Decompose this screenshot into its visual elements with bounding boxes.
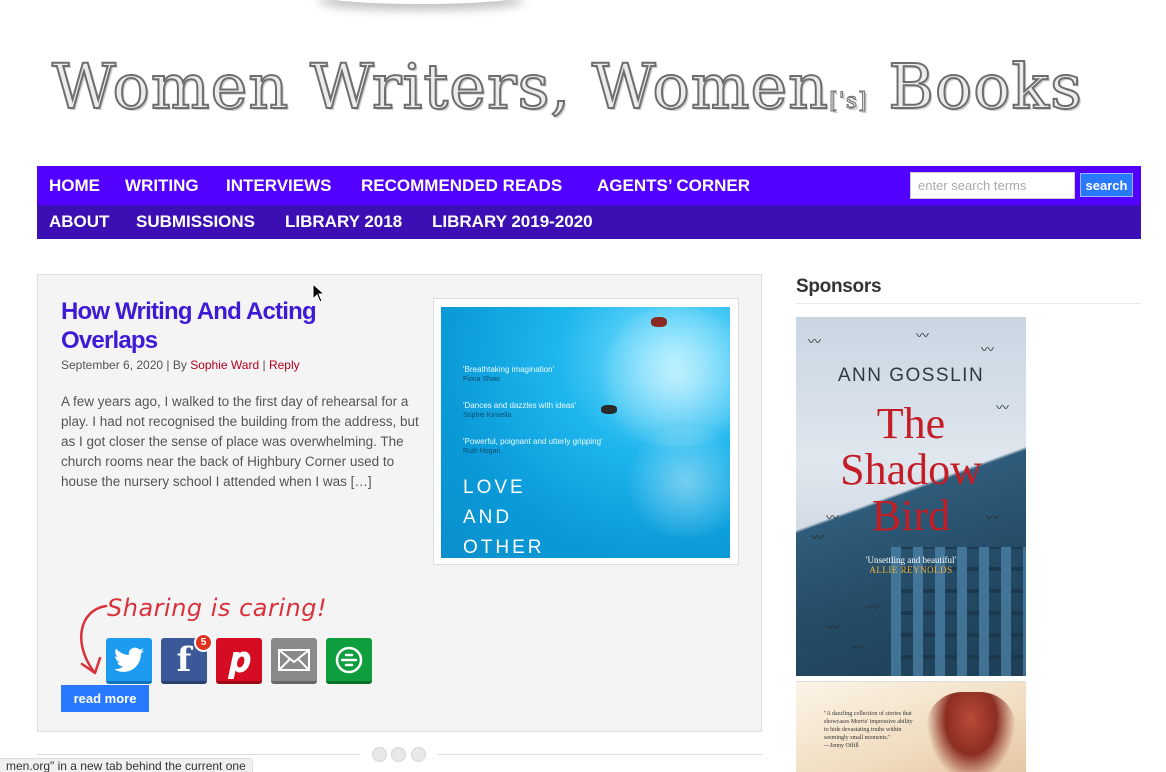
bird-icon: 〰 <box>826 620 840 635</box>
ad-author: ANN GOSSLIN <box>837 365 985 386</box>
bird-icon: 〰 <box>808 334 822 349</box>
nav-item-library-2019-2020[interactable]: LIBRARY 2019-2020 <box>432 205 593 239</box>
post-date: September 6, 2020 <box>61 358 164 372</box>
pagination-dot[interactable] <box>391 747 406 762</box>
swimmer-figure <box>601 405 617 414</box>
share-twitter-button[interactable] <box>106 638 152 684</box>
nav-row-primary: HOME WRITING INTERVIEWS RECOMMENDED READ… <box>37 166 1141 205</box>
post-meta: September 6, 2020 | By Sophie Ward | Rep… <box>61 358 300 372</box>
facebook-share-count: 5 <box>194 633 213 652</box>
header-shadow <box>318 0 524 4</box>
pagination-dot[interactable] <box>372 747 387 762</box>
cover-title: LOVE AND OTHER <box>463 477 545 558</box>
cover-quote: 'Dances and dazzles with ideas' Sophie Ki… <box>463 401 576 419</box>
pagination-dot[interactable] <box>411 747 426 762</box>
email-icon <box>278 648 310 671</box>
post-reply-link[interactable]: Reply <box>269 358 300 372</box>
post-reply-separator: | <box>259 358 269 372</box>
sidebar-divider <box>796 303 1141 304</box>
bird-icon: 〰 <box>981 342 995 357</box>
ad-book-title: The Shadow Bird <box>840 399 982 540</box>
post-by-label: | By <box>163 358 191 372</box>
ad-blurb: "A dazzling collection of stories that s… <box>824 711 913 749</box>
pagination-divider <box>438 754 762 755</box>
share-more-button[interactable] <box>326 638 372 684</box>
bird-icon: 〰 <box>866 600 880 615</box>
search-button[interactable]: search <box>1080 173 1133 197</box>
site-logo[interactable]: Women Writers, Women['s] Books <box>51 49 1092 140</box>
book-cover-image: 'Breathtaking imagination' Fiona Shaw 'Da… <box>441 307 730 558</box>
post-author-link[interactable]: Sophie Ward <box>190 358 259 372</box>
post-title[interactable]: How Writing And Acting Overlaps <box>61 297 381 355</box>
nav-item-submissions[interactable]: SUBMISSIONS <box>136 205 255 239</box>
main-navigation: HOME WRITING INTERVIEWS RECOMMENDED READ… <box>37 166 1141 239</box>
swimmer-figure <box>651 317 667 327</box>
site-title: Women Writers, Women['s] Books <box>51 49 1083 124</box>
nav-item-library-2018[interactable]: LIBRARY 2018 <box>285 205 402 239</box>
browser-status-bar: men.org" in a new tab behind the current… <box>0 758 253 772</box>
share-more-icon <box>335 646 363 673</box>
share-email-button[interactable] <box>271 638 317 684</box>
ad-blurb: 'Unsettling and beautiful' ALLIE REYNOLDS <box>865 555 957 575</box>
share-pinterest-button[interactable]: 𝒑 <box>216 638 262 684</box>
bird-icon: 〰 <box>851 640 865 655</box>
bird-icon: 〰 <box>916 328 930 343</box>
sponsor-ad-2[interactable]: "A dazzling collection of stories that s… <box>796 681 1026 772</box>
cover-quote: 'Breathtaking imagination' Fiona Shaw <box>463 365 555 383</box>
sidebar-title: Sponsors <box>796 276 882 297</box>
nav-item-home[interactable]: HOME <box>49 166 100 205</box>
sponsor-ad-shadow-bird[interactable]: 〰 〰 〰 〰 〰 〰 〰 〰 〰 〰 ANN GOSSLIN The Shad… <box>796 317 1026 676</box>
curved-arrow-icon <box>79 604 108 675</box>
nav-item-about[interactable]: ABOUT <box>49 205 109 239</box>
facebook-icon: f <box>176 639 192 680</box>
read-more-button[interactable]: read more <box>61 685 149 712</box>
nav-item-interviews[interactable]: INTERVIEWS <box>226 166 331 205</box>
nav-row-secondary: ABOUT SUBMISSIONS LIBRARY 2018 LIBRARY 2… <box>37 205 1141 239</box>
pinterest-icon: 𝒑 <box>228 639 250 680</box>
post-thumbnail[interactable]: 'Breathtaking imagination' Fiona Shaw 'Da… <box>433 298 739 565</box>
pagination-divider <box>37 754 359 755</box>
cover-quote: 'Powerful, poignant and utterly gripping… <box>463 437 603 455</box>
post-excerpt: A few years ago, I walked to the first d… <box>61 394 419 489</box>
nav-item-recommended-reads[interactable]: RECOMMENDED READS <box>361 166 562 205</box>
nav-item-writing[interactable]: WRITING <box>125 166 199 205</box>
mouse-cursor-icon <box>312 283 326 303</box>
ad-figure-image <box>926 692 1016 772</box>
twitter-icon <box>114 647 144 672</box>
share-heading: Sharing is caring! <box>107 594 328 622</box>
nav-item-agents-corner[interactable]: AGENTS’ CORNER <box>597 166 750 205</box>
search-input[interactable] <box>910 172 1075 199</box>
